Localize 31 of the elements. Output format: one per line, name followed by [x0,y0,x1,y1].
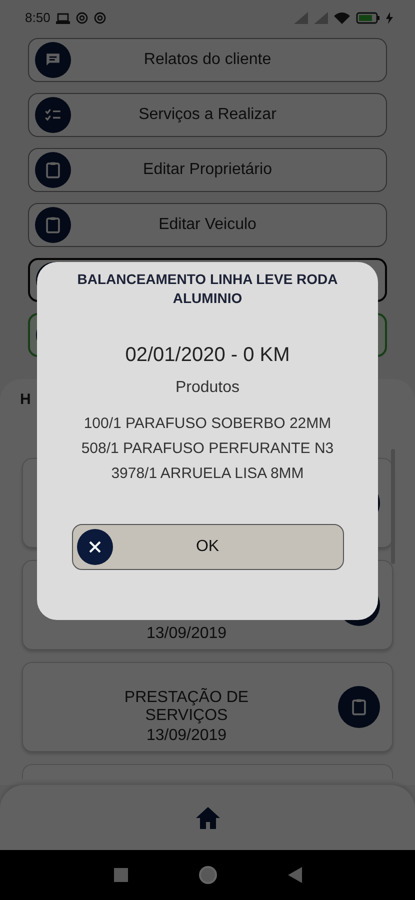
product-item: 100/1 PARAFUSO SOBERBO 22MM [84,415,332,432]
history-card[interactable]: PRESTAÇÃO DE SERVIÇOS 13/09/2019 [22,662,393,752]
signal-icon [294,12,308,24]
menu-button[interactable]: Serviços a Realizar [28,93,387,137]
card-date: 13/09/2019 [146,625,227,643]
charging-icon [386,12,393,24]
laptop-icon [56,12,70,24]
card-action-button[interactable] [338,686,380,728]
menu-button[interactable]: Editar Veiculo [28,203,387,247]
product-item: 3978/1 ARRUELA LISA 8MM [111,465,304,482]
menu-button[interactable]: Relatos do cliente [28,38,387,82]
card-date: 13/09/2019 [146,727,227,745]
dialog-title: BALANCEAMENTO LINHA LEVE RODA ALUMINIO [76,270,339,308]
section-heading: H [20,391,31,408]
close-icon [88,540,102,554]
at-sign-icon [94,12,106,24]
battery-icon [356,12,380,24]
clock: 8:50 [25,10,50,25]
ok-button[interactable]: OK [72,524,344,570]
at-sign-icon [76,12,88,24]
recents-icon[interactable] [114,868,128,882]
section-label: Produtos [175,379,240,397]
back-icon[interactable] [288,867,302,883]
wifi-icon [334,12,350,24]
menu-button[interactable]: Editar Proprietário [28,148,387,192]
home-circle-icon[interactable] [198,865,218,885]
product-item: 508/1 PARAFUSO PERFURANTE N3 [81,440,334,457]
date-mileage: 02/01/2020 - 0 KM [125,344,290,367]
card-title: PRESTAÇÃO DE SERVIÇOS [123,689,250,725]
home-icon[interactable] [194,806,220,830]
signal-icon [314,12,328,24]
